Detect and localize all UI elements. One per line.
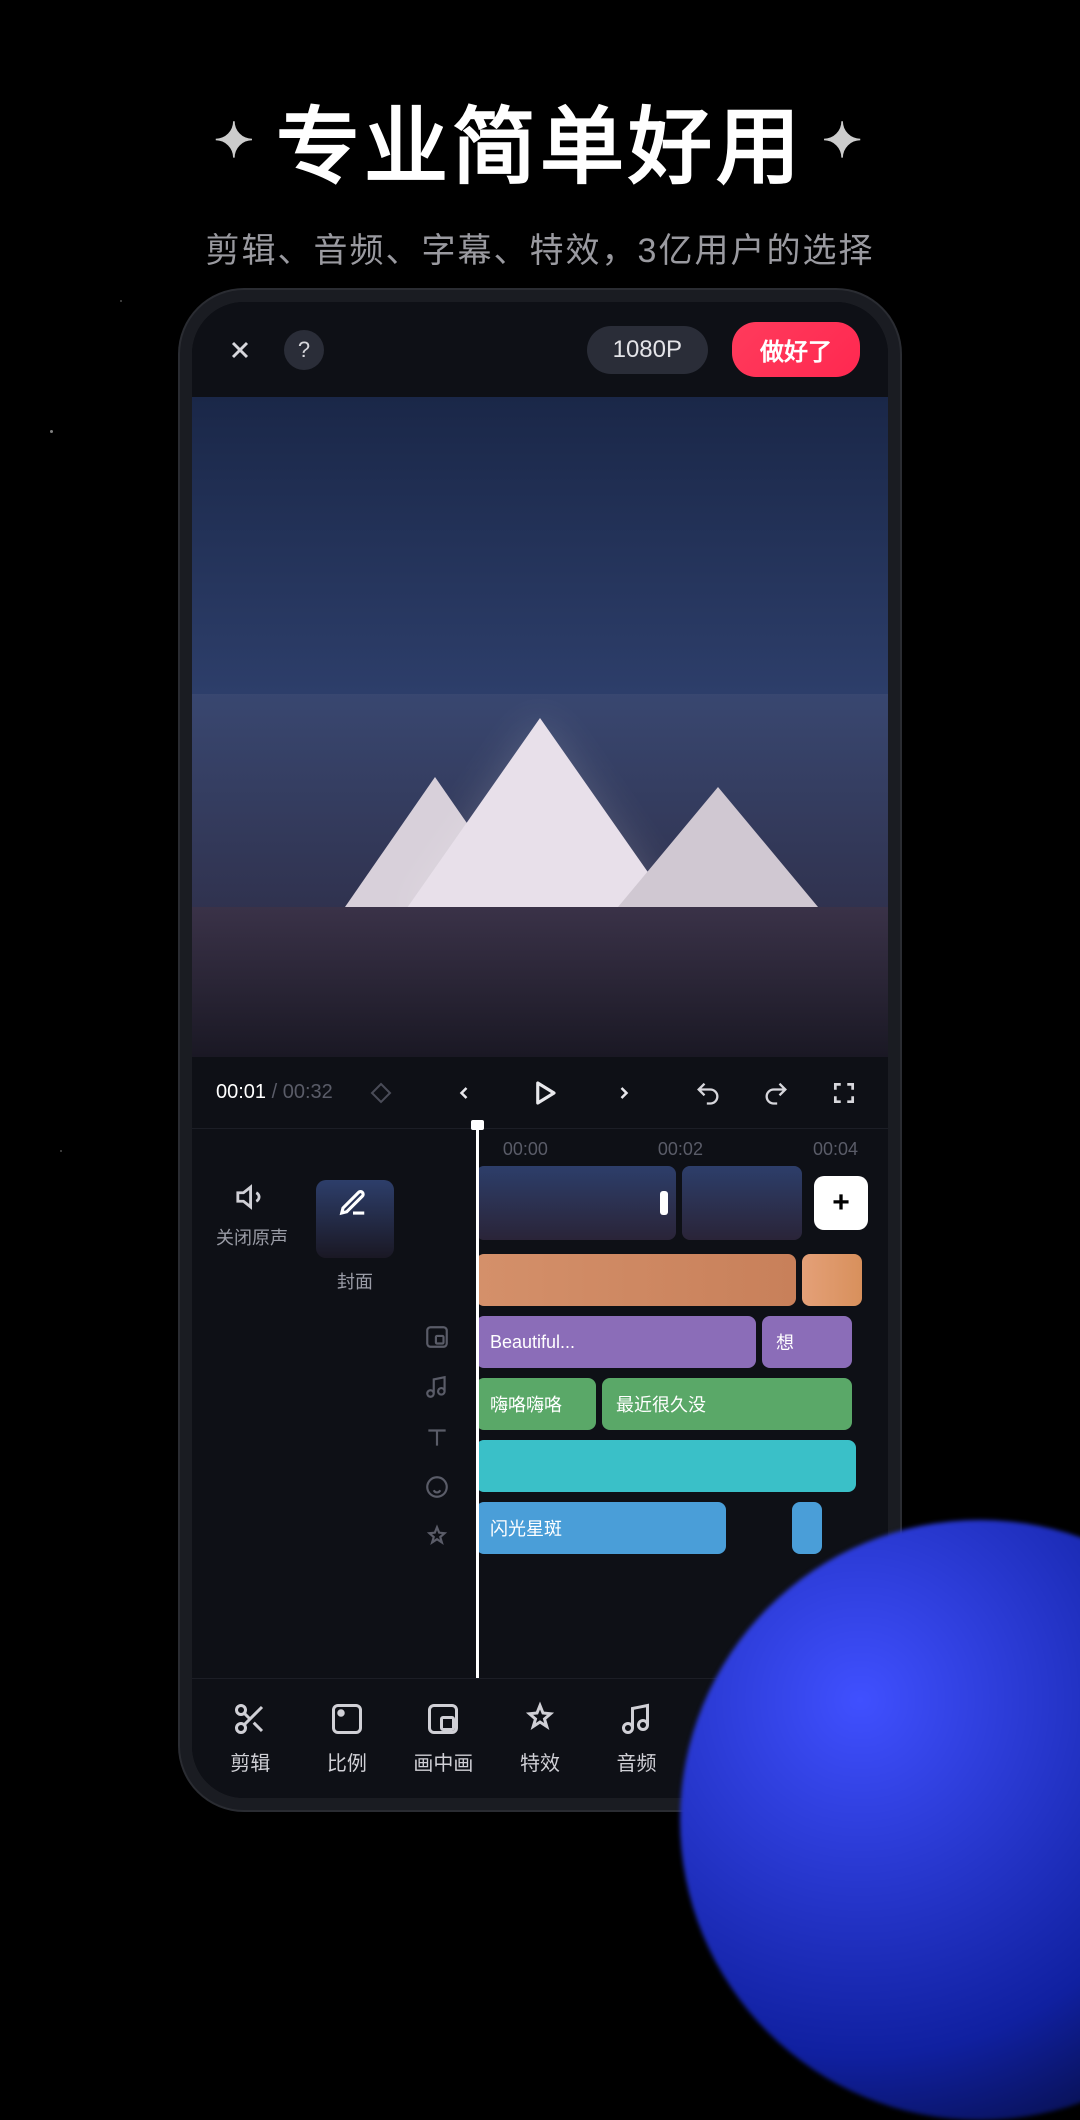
video-clip[interactable]	[476, 1166, 676, 1240]
video-clip[interactable]	[682, 1166, 802, 1240]
hero-header: ✦ 专业简单好用 ✦ 剪辑、音频、字幕、特效，3亿用户的选择	[0, 0, 1080, 272]
redo-icon[interactable]	[756, 1073, 796, 1113]
help-button[interactable]: ?	[284, 330, 324, 370]
resolution-button[interactable]: 1080P	[587, 326, 708, 374]
sparkle-icon: ✦	[822, 113, 866, 169]
phone-frame: ? 1080P 做好了 00:01 / 00:32	[180, 290, 900, 1810]
cover-button[interactable]: 封面	[316, 1180, 394, 1294]
effect-track[interactable]: 闪光星斑	[476, 1502, 888, 1554]
editor-topbar: ? 1080P 做好了	[192, 302, 888, 397]
video-preview[interactable]	[192, 397, 888, 1057]
music-track-icon	[418, 1368, 456, 1406]
mute-button[interactable]: 关闭原声	[216, 1180, 288, 1294]
add-clip-button[interactable]: +	[814, 1176, 868, 1230]
nav-ratio[interactable]: 比例	[304, 1701, 390, 1776]
sparkle-icon: ✦	[214, 113, 258, 169]
audio-track[interactable]: Beautiful... 想	[476, 1316, 888, 1368]
close-icon[interactable]	[220, 330, 260, 370]
nav-pip[interactable]: 画中画	[400, 1701, 486, 1776]
mute-label: 关闭原声	[216, 1224, 288, 1250]
time-ruler: 00:00 00:02 00:04	[192, 1129, 888, 1166]
effect-clip[interactable]	[792, 1502, 822, 1554]
nav-fx[interactable]: 特效	[497, 1701, 583, 1776]
keyframe-icon[interactable]	[361, 1073, 401, 1113]
text-track-icon	[418, 1418, 456, 1456]
audio-clip[interactable]: 想	[762, 1316, 852, 1368]
prev-icon[interactable]	[444, 1073, 484, 1113]
pip-track-icon	[418, 1318, 456, 1356]
pip-clip[interactable]	[802, 1254, 862, 1306]
hero-subtitle: 剪辑、音频、字幕、特效，3亿用户的选择	[0, 223, 1080, 272]
nav-audio[interactable]: 音频	[594, 1701, 680, 1776]
pip-track[interactable]	[476, 1254, 888, 1306]
done-button[interactable]: 做好了	[732, 322, 860, 377]
sticker-track-icon	[418, 1468, 456, 1506]
undo-icon[interactable]	[688, 1073, 728, 1113]
video-track[interactable]: +	[476, 1166, 888, 1240]
text-clip[interactable]: 最近很久没	[602, 1378, 852, 1430]
nav-cut[interactable]: 剪辑	[207, 1701, 293, 1776]
sticker-clip[interactable]	[476, 1440, 856, 1492]
hero-title: 专业简单好用	[276, 80, 804, 201]
sticker-track[interactable]	[476, 1440, 888, 1492]
pip-clip[interactable]	[476, 1254, 796, 1306]
effect-track-icon	[418, 1518, 456, 1556]
play-icon[interactable]	[524, 1073, 564, 1113]
fullscreen-icon[interactable]	[824, 1073, 864, 1113]
effect-clip[interactable]: 闪光星斑	[476, 1502, 726, 1554]
playhead[interactable]	[476, 1126, 479, 1678]
transport-bar: 00:01 / 00:32	[192, 1057, 888, 1129]
text-clip[interactable]: 嗨咯嗨咯	[476, 1378, 596, 1430]
next-icon[interactable]	[604, 1073, 644, 1113]
text-track[interactable]: 嗨咯嗨咯 最近很久没	[476, 1378, 888, 1430]
audio-clip[interactable]: Beautiful...	[476, 1316, 756, 1368]
cover-label: 封面	[337, 1268, 373, 1294]
time-display: 00:01 / 00:32	[216, 1081, 333, 1104]
